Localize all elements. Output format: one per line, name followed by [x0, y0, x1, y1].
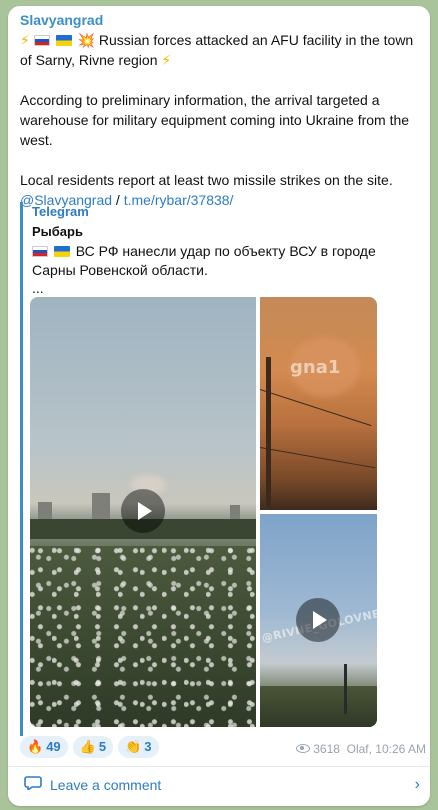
- quote-body: ВС РФ нанесли удар по объекту ВСУ в горо…: [32, 243, 376, 278]
- fire-icon: 🔥: [27, 739, 44, 754]
- reaction-count: 5: [98, 739, 107, 754]
- thumbs-up-icon: 👍: [79, 739, 96, 754]
- author-time: Olaf, 10:26 AM: [346, 742, 426, 756]
- play-icon[interactable]: [296, 598, 340, 642]
- post-headline: ⚡ 💥 Russian forces attacked an AFU facil…: [20, 30, 424, 70]
- grass-foreground: [30, 546, 256, 727]
- play-icon[interactable]: [121, 489, 165, 533]
- message-meta: 3618 Olaf, 10:26 AM: [296, 742, 426, 756]
- reaction-count: 49: [46, 739, 61, 754]
- channel-name[interactable]: Slavyangrad: [20, 12, 103, 28]
- watermark-top: gna1: [290, 357, 341, 378]
- paragraph-1: According to preliminary information, th…: [20, 92, 410, 148]
- russia-flag-icon: [33, 35, 50, 46]
- russia-flag-icon: [32, 246, 48, 257]
- video-thumbnail-1[interactable]: [30, 297, 256, 727]
- chevron-right-icon: ›: [414, 776, 420, 793]
- comment-icon: [24, 776, 42, 790]
- reaction-clap[interactable]: 👏 3: [118, 736, 159, 758]
- paragraph-2: Local residents report at least two miss…: [20, 172, 393, 188]
- clap-icon: 👏: [125, 739, 142, 754]
- ukraine-flag-icon: [53, 246, 70, 257]
- reaction-fire[interactable]: 🔥 49: [20, 736, 68, 758]
- lightning-icon: ⚡: [161, 52, 172, 68]
- reaction-thumbs-up[interactable]: 👍 5: [72, 736, 114, 758]
- leave-comment-button[interactable]: Leave a comment ›: [8, 766, 430, 800]
- eye-icon: [296, 744, 311, 753]
- reactions-bar: 🔥 49 👍 5 👏 3: [20, 736, 164, 758]
- quote-ellipsis: ...: [32, 280, 44, 296]
- lightning-icon: ⚡: [20, 32, 30, 48]
- quote-author: Рыбарь: [32, 224, 83, 239]
- reaction-count: 3: [144, 739, 152, 754]
- explosion-icon: 💥: [77, 32, 95, 48]
- quote-text: ВС РФ нанесли удар по объекту ВСУ в горо…: [32, 242, 412, 280]
- ukraine-flag-icon: [55, 35, 72, 46]
- quote-source: Telegram: [32, 204, 89, 219]
- view-count: 3618: [313, 742, 340, 756]
- comment-label: Leave a comment: [50, 777, 162, 793]
- post-body: ⚡ 💥 Russian forces attacked an AFU facil…: [20, 30, 424, 210]
- video-thumbnail-2[interactable]: gna1: [260, 297, 377, 510]
- video-thumbnail-3[interactable]: @RIVNE_GOLOVNE: [260, 514, 377, 727]
